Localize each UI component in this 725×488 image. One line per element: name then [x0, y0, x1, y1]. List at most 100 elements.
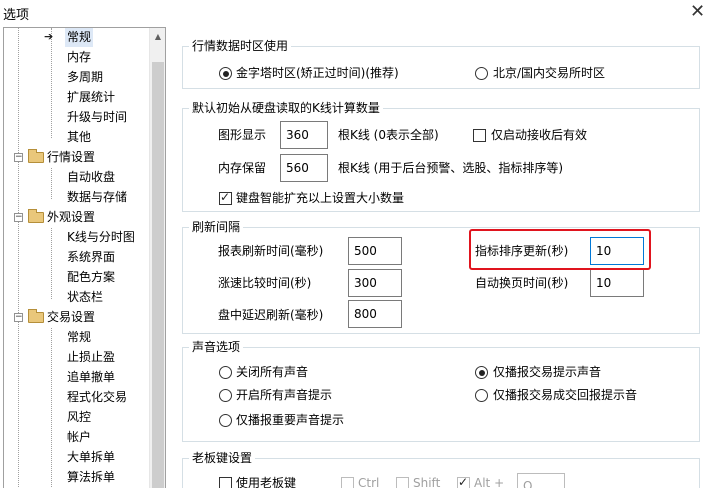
tree-item-appearance[interactable]: 外观设置 [47, 207, 95, 227]
use-boss-key-checkbox[interactable] [219, 477, 232, 488]
tree-item-label: 交易设置 [47, 310, 96, 324]
sound-important-label: 仅播报重要声音提示 [236, 413, 345, 427]
timezone-golden-radio[interactable] [219, 67, 232, 80]
folder-icon [28, 149, 44, 163]
sound-trade-return-label: 仅播报交易成交回报提示音 [493, 388, 638, 402]
tree-item-data-storage[interactable]: 数据与存储 [67, 187, 127, 207]
tree-scrollbar[interactable]: ▲ [149, 28, 165, 488]
boss-key-input[interactable]: Q [517, 473, 565, 488]
tree-item-trade-settings[interactable]: 交易设置 [47, 307, 95, 327]
tree-item-label: 常规 [65, 28, 94, 47]
tree-item-label: 算法拆单 [67, 470, 116, 484]
sound-trade-only-radio[interactable] [475, 366, 488, 379]
boss-key-group: 老板键设置 使用老板键 Ctrl Shift Alt + Q [182, 451, 700, 488]
window-title: 选项 [3, 8, 30, 23]
tree-item-label: 自动收盘 [67, 170, 116, 184]
report-refresh-label: 报表刷新时间(毫秒) [218, 244, 324, 258]
folder-icon [28, 209, 44, 223]
tree-item-extended-stats[interactable]: 扩展统计 [67, 87, 115, 107]
tree-item-label: 追单撤单 [67, 370, 116, 384]
tree-item-auto-close[interactable]: 自动收盘 [67, 167, 115, 187]
scroll-up-icon[interactable]: ▲ [150, 28, 165, 45]
memory-keep-note: 根K线 (用于后台预警、选股、指标排序等) [338, 161, 564, 175]
tree-item-market-settings[interactable]: 行情设置 [47, 147, 95, 167]
group-title: 老板键设置 [189, 451, 256, 465]
tree-item-stop-loss[interactable]: 止损止盈 [67, 347, 115, 367]
sound-group: 声音选项 关闭所有声音 仅播报交易提示声音 开启所有声音提示 仅播报交易成交回报… [182, 340, 700, 442]
alt-label: Alt + [474, 476, 505, 488]
tree-item-other[interactable]: 其他 [67, 127, 91, 147]
options-tree: ➔ 常规 内存 多周期 扩展统计 升级与时间 其他 − 行情设置 自动收盘 数据… [3, 27, 166, 488]
timezone-golden-label: 金字塔时区(矫正过时间)(推荐) [236, 66, 399, 80]
memory-keep-label: 内存保留 [218, 161, 267, 175]
sound-on-all-radio[interactable] [219, 389, 232, 402]
sound-important-radio[interactable] [219, 414, 232, 427]
tree-item-label: 大单拆单 [67, 450, 116, 464]
report-refresh-input[interactable]: 500 [348, 237, 402, 265]
delay-refresh-label: 盘中延迟刷新(毫秒) [218, 308, 324, 322]
tree-connector [51, 168, 52, 199]
graph-display-note: 根K线 (0表示全部) [338, 128, 439, 142]
tree-item-big-order-split[interactable]: 大单拆单 [67, 447, 115, 467]
tree-connector [51, 328, 52, 488]
tree-item-color-scheme[interactable]: 配色方案 [67, 267, 115, 287]
tree-item-label: 升级与时间 [67, 110, 128, 124]
tree-item-label: 外观设置 [47, 210, 96, 224]
tree-item-algo-split[interactable]: 算法拆单 [67, 467, 115, 487]
tree-item-algo-trading[interactable]: 程式化交易 [67, 387, 127, 407]
only-after-start-checkbox[interactable] [473, 129, 486, 142]
memory-keep-input[interactable]: 560 [280, 154, 328, 182]
ctrl-label: Ctrl [358, 476, 380, 488]
auto-expand-label: 键盘智能扩充以上设置大小数量 [236, 191, 405, 205]
group-title: 声音选项 [189, 340, 244, 354]
timezone-group: 行情数据时区使用 金字塔时区(矫正过时间)(推荐) 北京/国内交易所时区 [182, 39, 700, 89]
folder-icon [28, 309, 44, 323]
tree-item-status-bar[interactable]: 状态栏 [67, 287, 103, 307]
speed-compare-label: 涨速比较时间(秒) [218, 276, 312, 290]
tree-item-trade-general[interactable]: 常规 [67, 327, 91, 347]
collapse-icon[interactable]: − [14, 213, 23, 222]
auto-expand-checkbox[interactable] [219, 190, 232, 205]
tree-item-upgrade-time[interactable]: 升级与时间 [67, 107, 127, 127]
tree-item-chase-cancel[interactable]: 追单撤单 [67, 367, 115, 387]
sound-trade-only-label: 仅播报交易提示声音 [493, 365, 602, 379]
speed-compare-input[interactable]: 300 [348, 269, 402, 297]
tree-connector [18, 313, 19, 488]
tree-item-label: 数据与存储 [67, 190, 128, 204]
kline-count-group: 默认初始从硬盘读取的K线计算数量 图形显示 360 根K线 (0表示全部) 仅启… [182, 101, 700, 212]
close-icon[interactable]: ✕ [690, 1, 705, 22]
tree-item-memory[interactable]: 内存 [67, 47, 91, 67]
tree-item-label: 止损止盈 [67, 350, 116, 364]
tree-item-kline-chart[interactable]: K线与分时图 [67, 227, 135, 247]
graph-display-input[interactable]: 360 [280, 121, 328, 149]
delay-refresh-input[interactable]: 800 [348, 300, 402, 328]
group-title: 刷新间隔 [189, 220, 244, 234]
timezone-beijing-radio[interactable] [475, 67, 488, 80]
auto-page-label: 自动换页时间(秒) [475, 276, 569, 290]
tree-item-label: 多周期 [67, 70, 104, 84]
collapse-icon[interactable]: − [14, 153, 23, 162]
shift-label: Shift [413, 476, 441, 488]
alt-checkbox[interactable] [457, 475, 470, 488]
tree-item-label: 风控 [67, 410, 92, 424]
tree-item-multi-period[interactable]: 多周期 [67, 67, 103, 87]
collapse-icon[interactable]: − [14, 313, 23, 322]
tree-item-label: 帐户 [67, 430, 92, 444]
sound-trade-return-radio[interactable] [475, 389, 488, 402]
tree-item-account[interactable]: 帐户 [67, 427, 91, 447]
group-title: 行情数据时区使用 [189, 39, 292, 53]
window-titlebar: 选项 ✕ [0, 0, 725, 27]
sound-off-radio[interactable] [219, 366, 232, 379]
shift-checkbox[interactable] [396, 477, 409, 488]
sound-on-all-label: 开启所有声音提示 [236, 388, 333, 402]
tree-item-risk-control[interactable]: 风控 [67, 407, 91, 427]
tree-connector [51, 228, 52, 299]
only-after-start-label: 仅启动接收后有效 [491, 128, 588, 142]
ctrl-checkbox[interactable] [341, 477, 354, 488]
auto-page-input[interactable]: 10 [590, 269, 644, 297]
tree-item-system-ui[interactable]: 系统界面 [67, 247, 115, 267]
tree-item-label: K线与分时图 [67, 230, 135, 244]
tree-item-label: 配色方案 [67, 270, 116, 284]
tree-item-label: 常规 [67, 330, 92, 344]
scroll-thumb[interactable] [152, 62, 164, 488]
